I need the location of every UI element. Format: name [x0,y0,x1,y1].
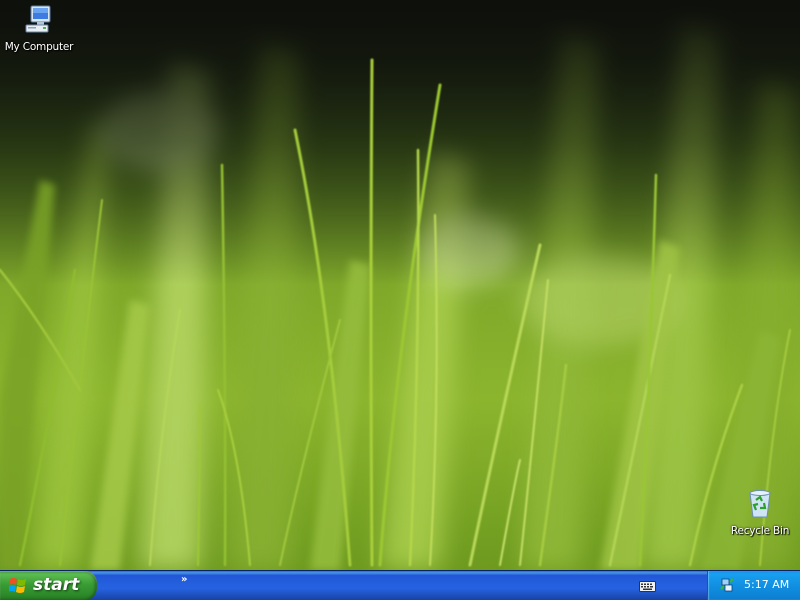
my-computer-label: My Computer [4,41,74,53]
network-icon[interactable] [719,577,735,593]
quick-launch-chevron-icon[interactable]: » [181,574,187,585]
taskbar: start » 5:17 AM [0,570,800,600]
grass-wallpaper-image [0,0,800,570]
recycle-bin-icon [749,490,771,518]
desktop-wallpaper [0,0,800,570]
start-button[interactable]: start [0,571,97,600]
keyboard-icon[interactable] [639,580,656,593]
notification-area: 5:17 AM [707,571,800,600]
my-computer-shortcut[interactable]: My Computer [1,3,77,54]
windows-logo-icon [9,578,26,593]
start-label: start [33,575,80,595]
recycle-bin-shortcut[interactable]: Recycle Bin [722,487,798,538]
system-clock[interactable]: 5:17 AM [744,578,789,591]
recycle-bin-label: Recycle Bin [730,525,790,537]
my-computer-icon [25,5,51,33]
desktop-screen: My Computer Recycle Bin start » 5:17 AM [0,0,800,600]
